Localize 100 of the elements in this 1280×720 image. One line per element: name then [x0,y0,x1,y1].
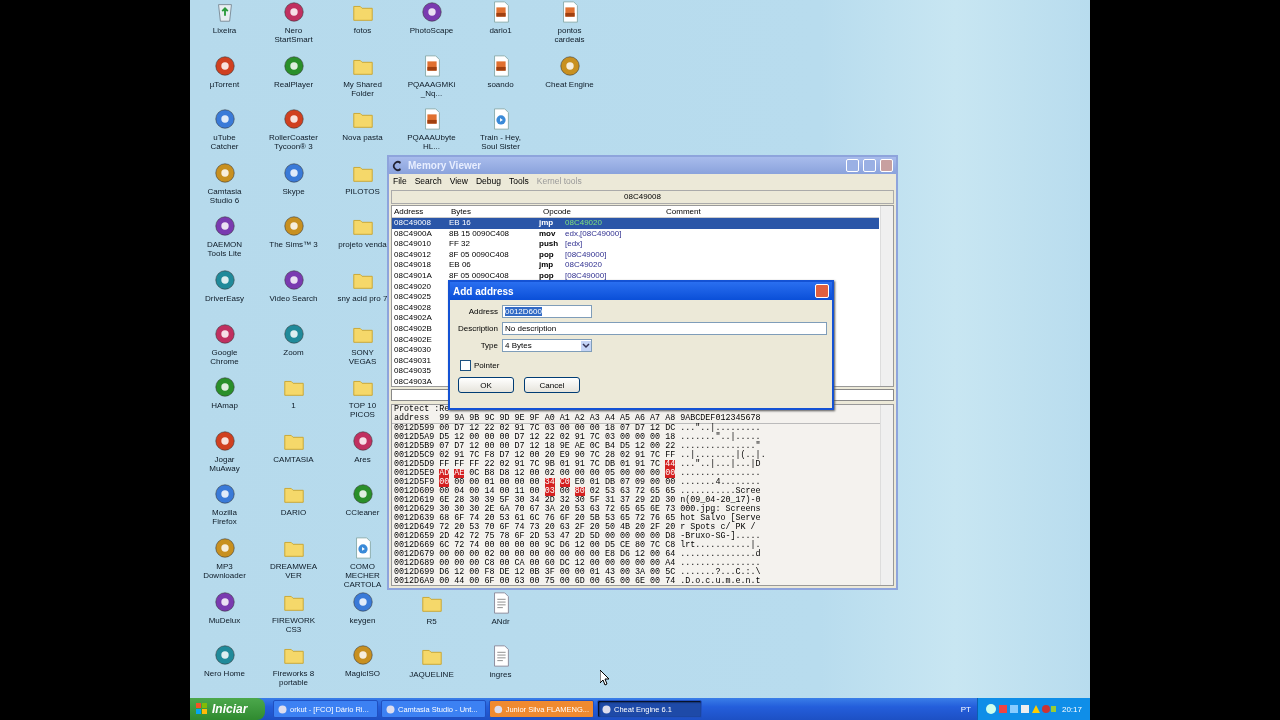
desktop-icon-label[interactable]: dario1 [489,26,512,35]
hex-byte[interactable]: FF [439,460,450,469]
hex-byte[interactable]: 04 [454,487,465,496]
column-header[interactable]: Comment [664,206,879,217]
hex-byte[interactable]: 6F [514,532,525,541]
desktop-icon-label[interactable]: Ares [354,454,371,464]
ok-button[interactable]: OK [458,377,514,393]
hex-byte[interactable]: 68 [439,514,450,523]
hex-byte[interactable]: 30 [454,505,465,514]
hex-byte[interactable]: 20 [544,523,555,532]
hex-byte[interactable]: 00 [544,550,555,559]
hex-byte[interactable]: 6C [529,514,540,523]
hex-byte[interactable]: 00 [665,478,676,487]
hex-byte[interactable]: 28 [454,496,465,505]
hex-byte[interactable]: 00 [469,550,480,559]
hex-byte[interactable]: 53 [574,505,585,514]
hex-byte[interactable]: 00 [635,433,646,442]
hex-byte[interactable]: 01 [619,460,631,469]
hex-byte[interactable]: 65 [650,487,661,496]
hex-byte[interactable]: 75 [544,577,555,585]
hex-byte[interactable]: 18 [604,424,615,433]
desktop-icon-label[interactable]: PhotoScape [409,26,454,35]
hex-byte[interactable]: 12 [469,424,480,433]
desktop-icon-label[interactable]: Cheat Engine [545,79,594,89]
hex-byte[interactable]: 2D [650,496,661,505]
desktop-icon-label[interactable]: DARIO [280,508,307,518]
desktop-icon-label[interactable]: CCleaner [345,508,380,518]
hex-byte[interactable]: 6D [574,577,585,585]
hex-byte[interactable]: D6 [439,568,450,577]
desktop-icon-label[interactable]: JAQUELINE [409,670,454,680]
hex-byte[interactable]: 02 [589,487,600,496]
hex-byte[interactable]: 32 [559,496,570,505]
hex-byte[interactable]: 00 [439,487,450,496]
desktop-icon-label[interactable]: pontos cardeais [544,26,595,44]
desktop-icon-label[interactable]: PQAAAGMKi_Nq... [406,79,457,98]
hex-byte[interactable]: 65 [619,514,631,523]
desktop-icon-label[interactable]: R5 [426,616,437,626]
hex-byte[interactable]: 72 [635,487,646,496]
hex-byte[interactable]: 20 [635,523,646,532]
hex-byte[interactable]: 12 [529,433,540,442]
hex-byte[interactable]: 02 [559,433,570,442]
disassembly-row[interactable]: 08C4901A 8F 05 0090C408 pop [08C49000] [392,270,879,282]
hex-byte[interactable]: AE [454,469,465,478]
hex-byte[interactable]: 72 [439,523,450,532]
hex-byte[interactable]: 11 [514,487,525,496]
hex-byte[interactable]: 80 [635,541,646,550]
hex-byte[interactable]: 6F [499,523,510,532]
hex-byte[interactable]: 3A [635,568,646,577]
hex-byte[interactable]: 63 [619,487,631,496]
hex-byte[interactable]: DC [665,424,676,433]
hex-byte[interactable]: 6E [650,505,661,514]
hex-byte[interactable]: 00 [454,550,465,559]
hex-byte[interactable]: 00 [650,550,661,559]
hex-byte[interactable]: 02 [544,469,555,478]
desktop-icon-label[interactable]: uTube Catcher [199,133,250,152]
hex-byte[interactable]: 5F [589,496,600,505]
hex-byte[interactable]: 00 [650,469,661,478]
maximize-button[interactable] [863,159,876,172]
desktop-icon-label[interactable]: sny acid pro 7 [337,293,388,303]
desktop-icon-label[interactable]: ingres [489,670,512,680]
desktop-icon-label[interactable]: Jogar MuAway [199,454,250,473]
hex-byte[interactable]: 6F [454,514,465,523]
desktop-icon-label[interactable]: Fireworks 8 portable [268,669,319,688]
hex-byte[interactable]: D8 [665,532,676,541]
hex-byte[interactable]: 30 [574,496,585,505]
hex-byte[interactable]: 00 [650,559,661,568]
hex-byte[interactable]: 02 [499,424,510,433]
hex-byte[interactable]: 37 [619,496,631,505]
close-button[interactable] [880,159,893,172]
hex-byte[interactable]: 00 [529,577,540,585]
desktop-icon-label[interactable]: SONY VEGAS [337,347,388,366]
hex-byte[interactable]: 00 [499,550,510,559]
tray-icons-drawing[interactable] [985,703,1056,715]
desktop-icon-label[interactable]: Skype [282,186,305,196]
hex-byte[interactable]: 44 [665,460,676,469]
desktop-icon-label[interactable]: DREAMWEAVER [268,561,319,580]
hex-byte[interactable]: 6A [499,505,510,514]
hex-byte[interactable]: 0C [469,469,480,478]
hex-byte[interactable]: 9B [544,460,555,469]
hex-byte[interactable]: 70 [514,505,525,514]
hex-byte[interactable]: 00 [499,487,510,496]
hex-byte[interactable]: 39 [484,496,495,505]
hex-byte[interactable]: 00 [454,478,465,487]
address-field[interactable]: 0012D600 [502,305,592,318]
hex-byte[interactable]: 42 [454,532,465,541]
hex-byte[interactable]: 12 [635,550,646,559]
hex-byte[interactable]: 29 [635,496,646,505]
hex-byte[interactable]: 00 [650,577,661,585]
desktop-icon-label[interactable]: Zoom [283,347,304,357]
hex-byte[interactable]: 00 [529,451,540,460]
desktop-icon-label[interactable]: Video Search [269,293,318,303]
scrollbar[interactable] [880,206,893,386]
hex-byte[interactable]: C8 [484,559,495,568]
hex-byte[interactable]: D7 [514,433,525,442]
hex-byte[interactable]: D6 [619,550,631,559]
desktop-icon-label[interactable]: Lixeira [212,26,237,35]
hex-byte[interactable]: 00 [574,568,585,577]
hex-byte[interactable]: 00 [559,487,570,496]
hex-byte[interactable]: 12 [574,559,585,568]
dropdown-arrow-icon[interactable] [581,340,591,351]
